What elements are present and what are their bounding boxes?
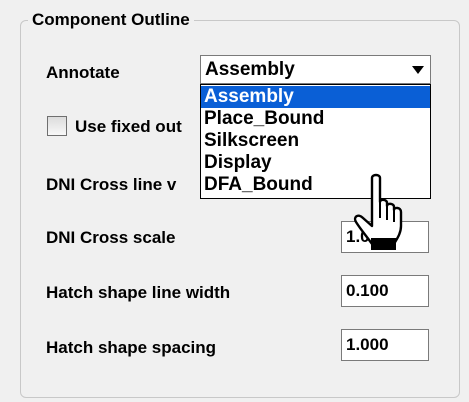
dropdown-option-assembly[interactable]: Assembly: [201, 86, 430, 108]
dni-cross-scale-label: DNI Cross scale: [46, 228, 176, 247]
annotate-dropdown[interactable]: Assembly: [200, 55, 431, 84]
annotate-label: Annotate: [46, 63, 120, 82]
dropdown-option-silkscreen[interactable]: Silkscreen: [201, 130, 430, 152]
hand-pointer-icon: [353, 173, 403, 250]
component-outline-panel: Component Outline Annotate Assembly Use …: [0, 0, 469, 402]
use-fixed-outline-label[interactable]: Use fixed out: [75, 117, 182, 137]
hatch-line-width-value: 0.100: [346, 281, 389, 300]
hatch-line-width-input[interactable]: 0.100: [341, 275, 429, 307]
use-fixed-outline-checkbox[interactable]: [47, 116, 67, 136]
hatch-spacing-label: Hatch shape spacing: [46, 338, 217, 357]
chevron-down-icon[interactable]: [412, 66, 424, 74]
group-title: Component Outline: [28, 9, 194, 31]
annotate-selected-value: Assembly: [205, 59, 295, 80]
hatch-spacing-input[interactable]: 1.000: [341, 329, 429, 361]
hatch-line-width-label: Hatch shape line width: [46, 283, 231, 302]
dni-cross-line-label: DNI Cross line v: [46, 175, 177, 194]
dropdown-option-place-bound[interactable]: Place_Bound: [201, 108, 430, 130]
hatch-spacing-value: 1.000: [346, 335, 389, 354]
dropdown-option-display[interactable]: Display: [201, 152, 430, 174]
